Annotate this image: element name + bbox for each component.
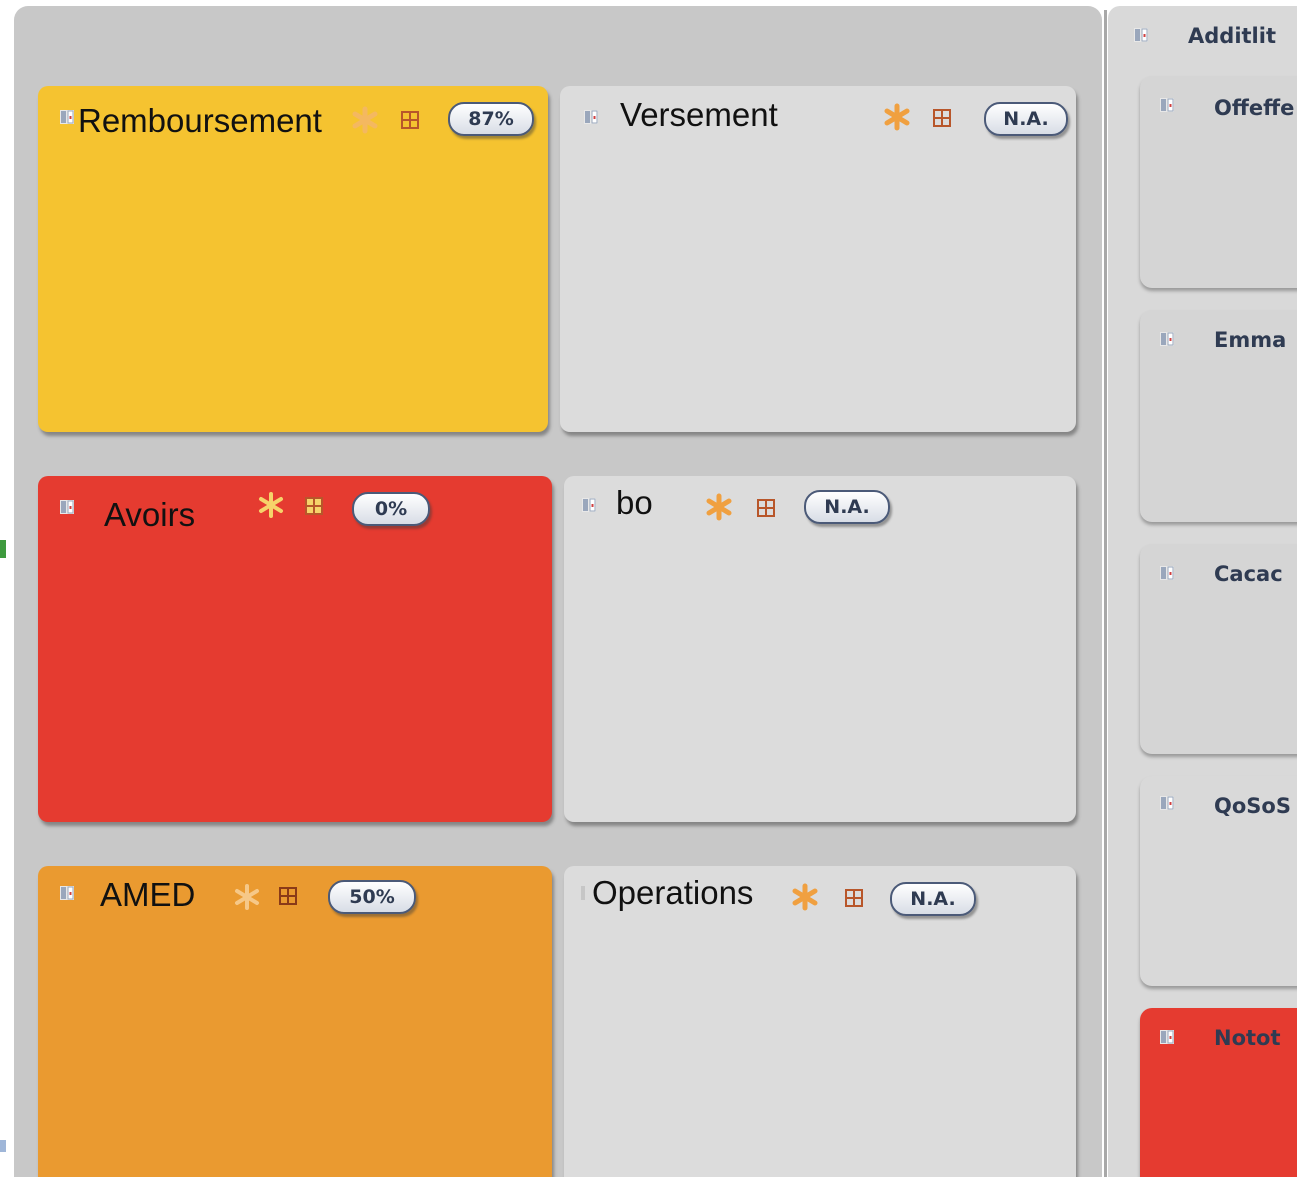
grid-icon[interactable] (278, 886, 298, 906)
book-icon (1134, 28, 1148, 42)
side-card-title: Offeffe (1214, 96, 1295, 120)
card-operations[interactable]: Operations N.A. (564, 866, 1076, 1177)
card-title: AMED (100, 876, 196, 913)
card-versement[interactable]: Versement N.A. (560, 86, 1076, 432)
grid-icon[interactable] (304, 496, 324, 516)
asterisk-icon[interactable] (256, 490, 286, 520)
card-amed[interactable]: AMED 50% (38, 866, 552, 1177)
book-icon (1160, 332, 1174, 346)
card-title: Versement (620, 96, 778, 133)
edge-marker (0, 540, 6, 558)
book-icon (584, 110, 598, 124)
book-icon (1160, 796, 1174, 810)
grid-icon[interactable] (400, 110, 420, 130)
card-avoirs[interactable]: Avoirs 0% (38, 476, 552, 822)
side-panel-title: Additlit (1188, 24, 1276, 48)
card-bo[interactable]: bo N.A. (564, 476, 1076, 822)
grid-icon[interactable] (756, 498, 776, 518)
book-icon (576, 886, 585, 900)
asterisk-icon[interactable] (232, 882, 262, 912)
percentage-badge: 0% (352, 492, 430, 526)
card-remboursement[interactable]: Remboursement 87% (38, 86, 548, 432)
book-icon (582, 498, 596, 512)
card-title: Operations (592, 874, 754, 911)
percentage-badge: N.A. (984, 102, 1068, 136)
side-card-title: Notot (1214, 1026, 1281, 1050)
edge-marker (0, 1140, 6, 1152)
percentage-badge: 87% (448, 102, 534, 136)
grid-icon[interactable] (932, 108, 952, 128)
side-card-title: QoSoS (1214, 794, 1291, 818)
dashboard: Remboursement 87% Versement N.A. Avoirs (0, 0, 1297, 1177)
book-icon (60, 500, 74, 514)
book-icon (1160, 566, 1174, 580)
book-icon (60, 110, 74, 124)
panel-divider[interactable] (1104, 10, 1107, 1177)
asterisk-icon[interactable] (704, 492, 734, 522)
percentage-badge: 50% (328, 880, 416, 914)
card-title: bo (616, 484, 653, 521)
card-title: Avoirs (104, 496, 196, 533)
percentage-badge: N.A. (804, 490, 890, 524)
side-card-title: Emma (1214, 328, 1287, 352)
asterisk-icon[interactable] (882, 102, 912, 132)
asterisk-icon[interactable] (350, 105, 380, 135)
percentage-badge: N.A. (890, 882, 976, 916)
asterisk-icon[interactable] (790, 882, 820, 912)
grid-icon[interactable] (844, 888, 864, 908)
book-icon (1160, 98, 1174, 112)
book-icon (60, 886, 74, 900)
book-icon (1160, 1030, 1174, 1044)
side-card-title: Cacac (1214, 562, 1283, 586)
card-title: Remboursement (78, 102, 322, 139)
